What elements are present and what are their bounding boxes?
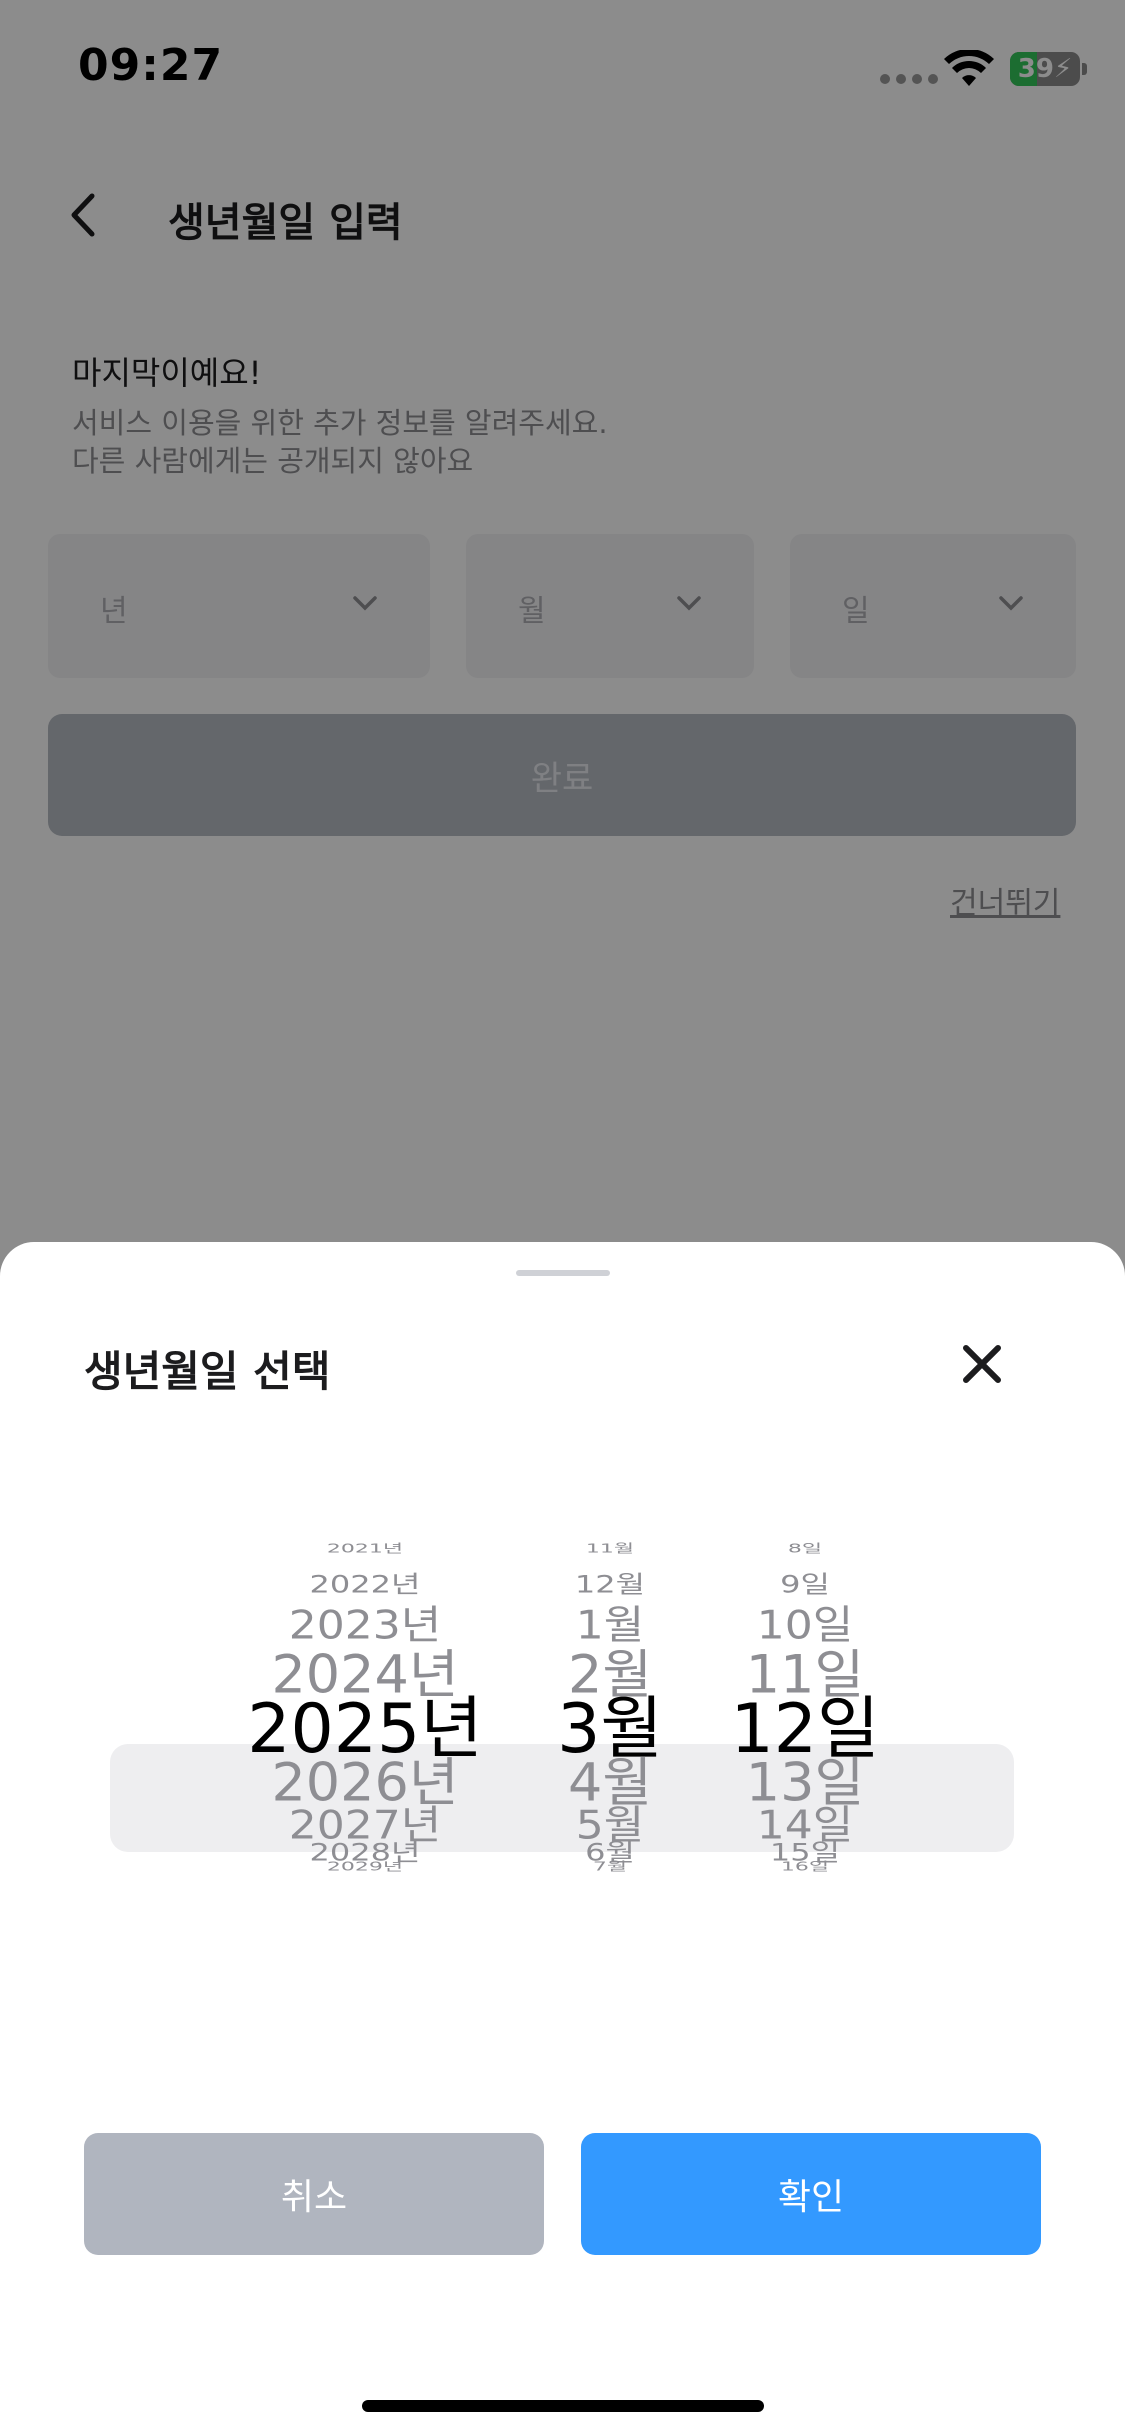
day-wheel-item[interactable]: 9일: [720, 1569, 890, 1599]
month-wheel-item[interactable]: 7월: [530, 1859, 690, 1876]
year-wheel-item[interactable]: 2021년: [220, 1542, 510, 1557]
day-wheel-item[interactable]: 10일: [720, 1603, 890, 1650]
month-wheel-item[interactable]: 1월: [530, 1603, 690, 1650]
month-wheel-item[interactable]: 12월: [530, 1569, 690, 1599]
confirm-button-label: 확인: [777, 2176, 845, 2217]
cancel-button[interactable]: 취소: [84, 2133, 544, 2255]
day-wheel[interactable]: 8일 9일 10일 11일 12일 13일 14일 15일 16일: [720, 1542, 890, 2052]
date-picker-sheet: 생년월일 선택 2021년 2022년 2023년 2024년 2025년 2026년 20…: [0, 1242, 1125, 2436]
sheet-grabber[interactable]: [516, 1270, 610, 1276]
day-wheel-item[interactable]: 8일: [720, 1542, 890, 1557]
close-icon[interactable]: [960, 1342, 1004, 1386]
sheet-title: 생년월일 선택: [84, 1347, 331, 1396]
year-wheel-item[interactable]: 2022년: [220, 1569, 510, 1599]
year-wheel[interactable]: 2021년 2022년 2023년 2024년 2025년 2026년 2027년 2028년…: [220, 1542, 510, 2052]
month-wheel[interactable]: 11월 12월 1월 2월 3월 4월 5월 6월 7월: [530, 1542, 690, 2052]
cancel-button-label: 취소: [280, 2176, 348, 2217]
date-wheel-picker[interactable]: 2021년 2022년 2023년 2024년 2025년 2026년 2027년 2028년…: [0, 1542, 1125, 2052]
day-wheel-item[interactable]: 16일: [720, 1859, 890, 1876]
month-wheel-item[interactable]: 11월: [530, 1542, 690, 1557]
year-wheel-item[interactable]: 2029년: [220, 1859, 510, 1876]
confirm-button[interactable]: 확인: [581, 2133, 1041, 2255]
year-wheel-item[interactable]: 2023년: [220, 1603, 510, 1650]
home-indicator: [362, 2400, 764, 2412]
